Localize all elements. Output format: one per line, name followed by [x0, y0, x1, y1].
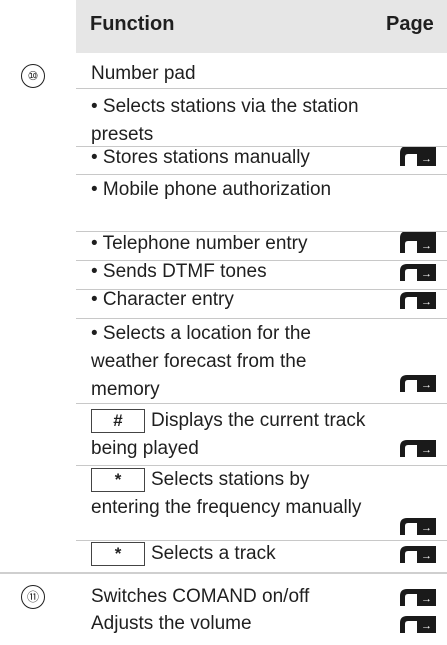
row-text: • Character entry	[91, 289, 234, 310]
star-key: *	[91, 541, 145, 566]
row-text: Adjusts the volume	[91, 613, 252, 634]
row-divider	[76, 174, 447, 175]
row-divider	[76, 403, 447, 404]
page-column-header: Page	[386, 13, 434, 35]
svg-text:→: →	[421, 268, 432, 280]
page-reference-icon: →	[400, 546, 436, 563]
svg-text:→: →	[421, 444, 432, 456]
row-text: • Mobile phone authorization	[91, 179, 332, 200]
row-text: • Selects a location for the weather for…	[91, 323, 311, 400]
row-text: * Selects a track	[91, 540, 391, 568]
star-key: *	[91, 467, 145, 492]
page-reference-icon: →	[400, 518, 436, 535]
row-text: • Sends DTMF tones	[91, 261, 267, 282]
svg-text:→: →	[421, 153, 432, 165]
row-text: Switches COMAND on/off	[91, 586, 310, 607]
row-text: • Telephone number entry	[91, 233, 308, 254]
row-text-label: Selects a track	[151, 543, 276, 564]
page-reference-icon: →	[400, 292, 436, 309]
page-reference-icon: →	[400, 440, 436, 457]
row-divider	[76, 88, 447, 89]
page-reference-icon: →	[400, 589, 436, 606]
svg-text:→: →	[421, 550, 432, 562]
page-reference-icon: →	[400, 616, 436, 633]
svg-text:→: →	[421, 593, 432, 605]
row-text: • Stores stations manually	[91, 147, 310, 168]
section-divider	[0, 572, 447, 574]
table-header: Function Page	[76, 0, 447, 53]
svg-text:→: →	[421, 240, 432, 252]
svg-text:→: →	[421, 522, 432, 534]
row-text: • Selects stations via the station prese…	[91, 96, 359, 145]
hash-key: #	[91, 408, 145, 433]
svg-text:→: →	[421, 620, 432, 632]
svg-text:→: →	[421, 379, 432, 391]
section-number: ⑩	[21, 64, 45, 88]
section-number: ⑪	[21, 585, 45, 609]
page-reference-icon: →	[400, 264, 436, 281]
row-text: Number pad	[91, 63, 196, 84]
row-divider	[76, 318, 447, 319]
page-reference-icon: →	[400, 236, 436, 253]
row-text: # Displays the current track being played	[91, 407, 371, 463]
page-reference-icon: →	[400, 149, 436, 166]
svg-text:→: →	[421, 296, 432, 308]
page-reference-icon: →	[400, 375, 436, 392]
row-text: * Selects stations by entering the freque…	[91, 466, 376, 522]
left-column	[0, 0, 76, 645]
function-column-header: Function	[90, 13, 175, 35]
